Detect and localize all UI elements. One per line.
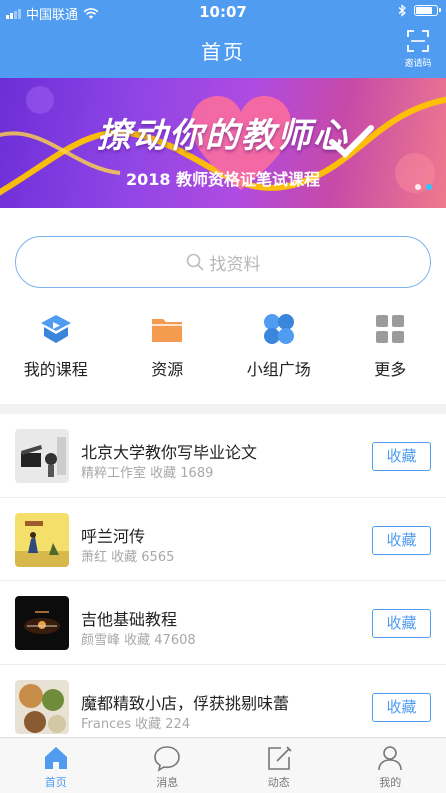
quick-actions: 我的课程 资源 小组广场 更多	[0, 312, 446, 380]
message-icon	[154, 746, 181, 772]
thumbnail-image	[15, 429, 69, 483]
quick-action-label: 更多	[374, 360, 407, 379]
carousel-dot-active[interactable]	[426, 184, 432, 190]
item-collect-count: 收藏 6565	[111, 549, 175, 565]
quick-action-resources[interactable]: 资源	[112, 312, 224, 380]
item-collect-count: 收藏 47608	[124, 633, 196, 648]
tab-label: 我的	[379, 776, 402, 789]
quick-panel: 找资料 我的课程 资源 小组广场 更多	[0, 208, 446, 404]
invite-code-label: 邀请码	[404, 59, 432, 69]
list-item[interactable]: 呼兰河传 萧红 收藏 6565 收藏	[0, 498, 446, 581]
list-item[interactable]: 吉他基础教程 颜雪峰 收藏 47608 收藏	[0, 581, 446, 665]
quick-action-label: 小组广场	[246, 360, 311, 379]
collect-button[interactable]: 收藏	[372, 525, 431, 555]
search-placeholder: 找资料	[209, 254, 261, 275]
profile-icon	[378, 746, 403, 771]
tab-label: 首页	[44, 776, 67, 789]
home-icon	[44, 747, 67, 769]
group-icon	[263, 314, 294, 344]
course-icon	[40, 315, 71, 343]
resource-list: 北京大学教你写毕业论文 精粹工作室 收藏 1689 收藏 呼兰河传 萧红 收藏 …	[0, 414, 446, 748]
tab-activity[interactable]: 动态	[223, 738, 335, 793]
invite-code-button[interactable]: 邀请码	[400, 30, 436, 69]
list-item[interactable]: 魔都精致小店，俘获挑剔味蕾 Frances 收藏 224 收藏	[0, 665, 446, 748]
quick-action-group-square[interactable]: 小组广场	[223, 312, 335, 380]
thumbnail-image	[15, 512, 69, 567]
item-author: 精粹工作室	[81, 466, 147, 481]
tab-messages[interactable]: 消息	[112, 738, 224, 793]
bluetooth-icon	[398, 4, 406, 17]
thumbnail-image	[15, 596, 69, 650]
checkmark-icon	[329, 125, 374, 159]
item-title: 北京大学教你写毕业论文	[81, 443, 258, 462]
tab-home[interactable]: 首页	[0, 738, 112, 793]
more-grid-icon	[376, 315, 405, 343]
item-author: Frances	[81, 716, 132, 732]
search-input[interactable]: 找资料	[15, 236, 431, 288]
collect-button[interactable]: 收藏	[372, 442, 431, 471]
quick-action-more[interactable]: 更多	[335, 312, 446, 380]
item-title: 吉他基础教程	[81, 610, 178, 629]
banner-subtitle: 2018 教师资格证笔试课程	[125, 170, 321, 189]
quick-action-my-courses[interactable]: 我的课程	[0, 312, 112, 380]
thumbnail-image	[15, 679, 69, 734]
item-meta: 萧红 收藏 6565	[81, 546, 174, 565]
status-bar: 中国联通 10:07	[0, 0, 446, 24]
top-bar: 中国联通 10:07 首页 邀请码	[0, 0, 446, 78]
battery-icon	[414, 5, 441, 16]
collect-button[interactable]: 收藏	[372, 692, 431, 722]
tab-label: 动态	[267, 776, 290, 789]
page-title: 首页	[201, 40, 245, 64]
item-meta: Frances 收藏 224	[81, 713, 190, 732]
item-title: 魔都精致小店，俘获挑剔味蕾	[81, 693, 290, 713]
scan-icon	[407, 30, 429, 52]
banner-carousel[interactable]: 撩动你的教师心 2018 教师资格证笔试课程	[0, 78, 446, 208]
quick-action-label: 我的课程	[23, 360, 88, 379]
item-meta: 精粹工作室 收藏 1689	[81, 462, 213, 481]
item-title: 呼兰河传	[81, 526, 146, 546]
status-time: 10:07	[199, 3, 247, 21]
carousel-indicator[interactable]	[415, 184, 432, 190]
folder-icon	[152, 319, 183, 342]
item-author: 颜雪峰	[81, 633, 121, 648]
banner-title: 撩动你的教师心	[97, 116, 349, 156]
item-collect-count: 收藏 1689	[150, 466, 214, 481]
tab-bar: 首页 消息 动态 我的	[0, 737, 446, 793]
item-meta: 颜雪峰 收藏 47608	[81, 629, 196, 648]
item-author: 萧红	[81, 549, 108, 565]
collect-button[interactable]: 收藏	[372, 609, 431, 638]
edit-icon	[267, 746, 292, 770]
carousel-dot[interactable]	[415, 184, 421, 190]
tab-profile[interactable]: 我的	[335, 738, 446, 793]
search-icon	[186, 253, 203, 271]
item-collect-count: 收藏 224	[135, 716, 191, 732]
list-item[interactable]: 北京大学教你写毕业论文 精粹工作室 收藏 1689 收藏	[0, 414, 446, 498]
tab-label: 消息	[156, 776, 179, 789]
quick-action-label: 资源	[151, 360, 184, 379]
